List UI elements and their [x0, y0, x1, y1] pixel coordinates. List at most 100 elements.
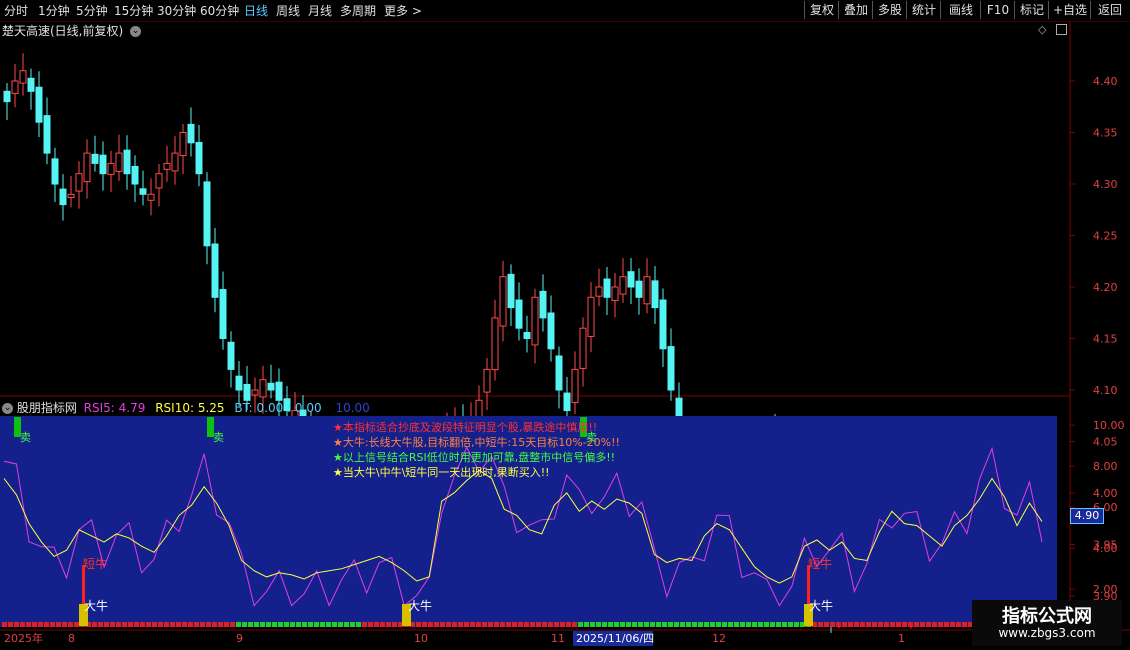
signal-cell	[554, 622, 559, 627]
signal-cell	[74, 622, 79, 627]
price-tick: 4.35	[1070, 127, 1118, 140]
signal-cell	[728, 622, 733, 627]
signal-cell	[188, 622, 193, 627]
signal-cell	[284, 622, 289, 627]
indicator-tick: 4.00	[1070, 542, 1118, 555]
signal-cell	[548, 622, 553, 627]
signal-cell	[494, 622, 499, 627]
signal-cell	[746, 622, 751, 627]
signal-cell	[524, 622, 529, 627]
x-label-aug: 8	[68, 632, 75, 645]
candle	[43, 97, 51, 165]
signal-cell	[596, 622, 601, 627]
signal-cell	[518, 622, 523, 627]
candle	[147, 178, 155, 216]
price-tick: 4.30	[1070, 178, 1118, 191]
signal-cell	[602, 622, 607, 627]
candle	[155, 163, 163, 207]
note-line-3: ★以上信号结合RSI低位时用更加可靠,盘整市中信号偏多!!	[333, 451, 616, 464]
signal-cell	[464, 622, 469, 627]
big-bull-label: 大牛	[408, 599, 433, 613]
price-tick-label: 4.30	[1093, 178, 1118, 191]
signal-cell	[764, 622, 769, 627]
signal-cell	[248, 622, 253, 627]
signal-cell	[926, 622, 931, 627]
signal-cell	[134, 622, 139, 627]
signal-cell	[536, 622, 541, 627]
signal-cell	[200, 622, 205, 627]
candle	[195, 124, 203, 187]
signal-cell	[386, 622, 391, 627]
signal-cell	[254, 622, 259, 627]
signal-cell	[692, 622, 697, 627]
signal-cell	[854, 622, 859, 627]
signal-cell	[236, 622, 241, 627]
candle	[603, 266, 611, 316]
signal-cell	[140, 622, 145, 627]
signal-cell	[416, 622, 421, 627]
signal-cell	[32, 622, 37, 627]
signal-cell	[56, 622, 61, 627]
signal-cell	[680, 622, 685, 627]
candle	[139, 170, 147, 206]
candle	[211, 227, 219, 313]
signal-cell	[296, 622, 301, 627]
candle	[531, 288, 539, 364]
candle	[203, 172, 211, 265]
signal-cell	[842, 622, 847, 627]
signal-cell	[446, 622, 451, 627]
candle	[27, 68, 35, 110]
signal-cell	[572, 622, 577, 627]
current-value-tag: 4.90	[1070, 508, 1104, 524]
chevron-down-icon[interactable]: ⌄	[2, 403, 13, 414]
signal-cell	[626, 622, 631, 627]
candle	[35, 71, 43, 138]
signal-cell	[194, 622, 199, 627]
candle	[555, 346, 563, 409]
signal-cell	[356, 622, 361, 627]
sell-label: 卖	[586, 431, 597, 444]
signal-cell	[452, 622, 457, 627]
candle	[627, 258, 635, 305]
signal-cell	[686, 622, 691, 627]
signal-cell	[8, 622, 13, 627]
signal-cell	[392, 622, 397, 627]
price-tick: 4.10	[1070, 384, 1118, 397]
signal-cell	[956, 622, 961, 627]
price-tick-label: 4.25	[1093, 230, 1118, 243]
signal-cell	[944, 622, 949, 627]
price-tick-label: 4.10	[1093, 384, 1118, 397]
signal-cell	[668, 622, 673, 627]
signal-cell	[830, 622, 835, 627]
x-label-sep: 9	[236, 632, 243, 645]
signal-cell	[716, 622, 721, 627]
indicator-header: ⌄ 股朋指标网 RSI5: 4.79 RSI10: 5.25 BT: 0.00 …	[2, 399, 370, 416]
big-bull-label: 大牛	[84, 599, 109, 613]
candle	[75, 161, 83, 209]
big-bull-label: 大牛	[809, 599, 834, 613]
candle	[571, 351, 579, 415]
signal-cell	[920, 622, 925, 627]
signal-cell	[470, 622, 475, 627]
price-tick: 4.25	[1070, 230, 1118, 243]
signal-cell	[614, 622, 619, 627]
signal-cell	[122, 622, 127, 627]
signal-cell	[770, 622, 775, 627]
signal-cell	[608, 622, 613, 627]
signal-cell	[422, 622, 427, 627]
signal-cell	[884, 622, 889, 627]
signal-cell	[242, 622, 247, 627]
candle	[179, 124, 187, 175]
signal-cell	[500, 622, 505, 627]
signal-cell	[488, 622, 493, 627]
signal-cell	[434, 622, 439, 627]
candle	[91, 135, 99, 172]
indicator-name[interactable]: 股朋指标网	[17, 401, 77, 415]
signal-cell	[326, 622, 331, 627]
note-line-2: ★大牛:长线大牛股,目标翻倍,中短牛:15天目标10%-20%!!	[333, 436, 620, 449]
signal-cell	[710, 622, 715, 627]
signal-cell	[650, 622, 655, 627]
candle	[499, 260, 507, 342]
short-bull-label: 短牛	[83, 557, 108, 571]
candle	[619, 258, 627, 303]
